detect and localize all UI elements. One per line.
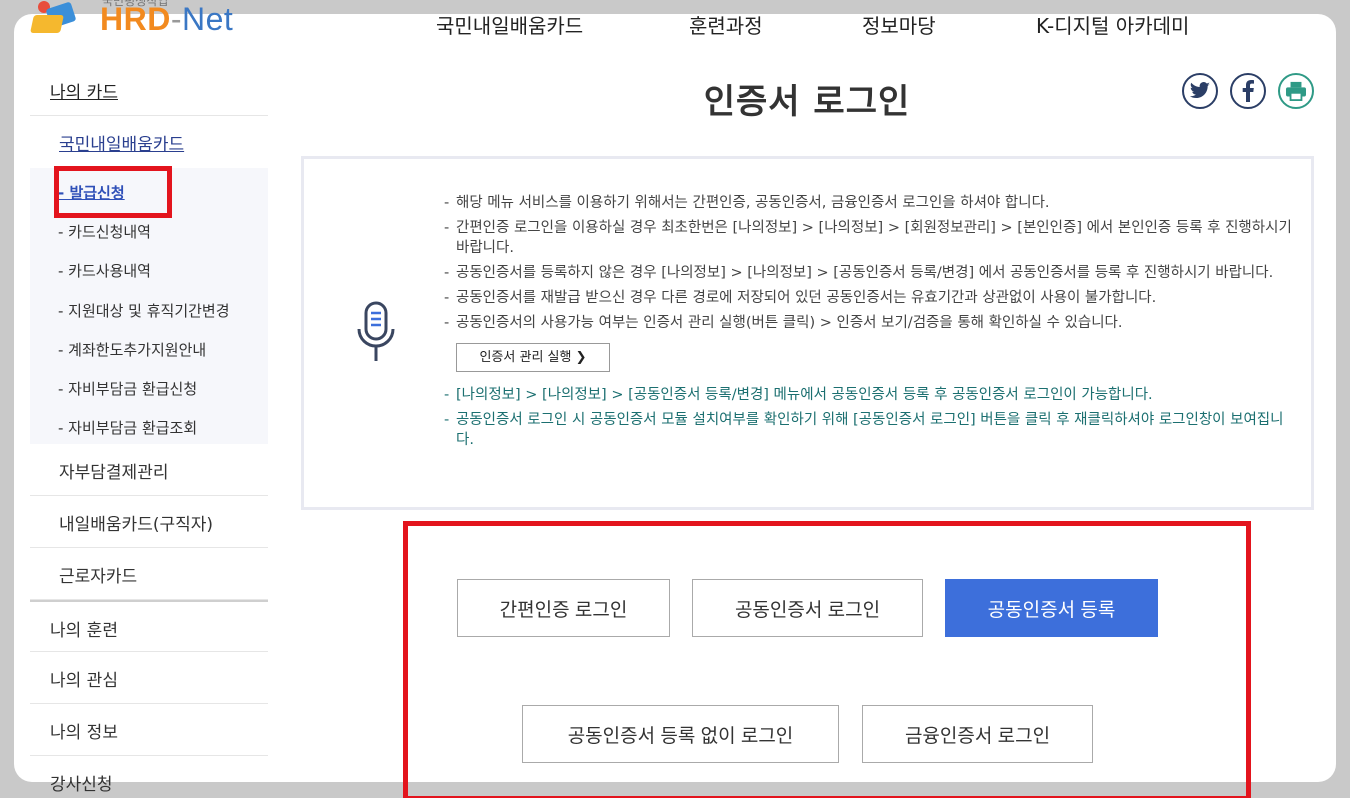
- notice-item-teal: [나의정보] > [나의정보] > [공동인증서 등록/변경] 메뉴에서 공동인…: [444, 385, 1294, 405]
- gnb-info[interactable]: 정보마당: [862, 10, 936, 39]
- logo-mark-icon: [30, 1, 90, 37]
- sidebar-self-payment[interactable]: 자부담결제관리: [30, 444, 268, 496]
- joint-cert-register-button[interactable]: 공동인증서 등록: [945, 579, 1158, 637]
- print-icon[interactable]: [1278, 73, 1314, 109]
- sidebar-jobseeker-card[interactable]: 내일배움카드(구직자): [30, 496, 268, 548]
- sidebar-item-limit-support[interactable]: - 계좌한도추가지원안내: [58, 339, 206, 360]
- notice-text: 해당 메뉴 서비스를 이용하기 위해서는 간편인증, 공동인증서, 금융인증서 …: [444, 193, 1294, 455]
- logo[interactable]: 국민평생직업 HRD-Net: [30, 0, 233, 38]
- logo-tagline: 국민평생직업: [102, 0, 169, 8]
- sidebar-item-card-usage[interactable]: - 카드사용내역: [58, 260, 151, 281]
- notice-item: 해당 메뉴 서비스를 이용하기 위해서는 간편인증, 공동인증서, 금융인증서 …: [444, 193, 1294, 213]
- notice-item-teal: 공동인증서 로그인 시 공동인증서 모듈 설치여부를 확인하기 위해 [공동인증…: [444, 410, 1294, 450]
- notice-item: 공동인증서를 등록하지 않은 경우 [나의정보] > [나의정보] > [공동인…: [444, 263, 1294, 283]
- sidebar-item-card-history[interactable]: - 카드신청내역: [58, 221, 151, 242]
- sidebar-instructor-apply[interactable]: 강사신청: [30, 756, 268, 798]
- joint-cert-login-button[interactable]: 공동인증서 로그인: [692, 579, 923, 637]
- page-title: 인증서 로그인: [703, 82, 911, 122]
- finance-cert-login-button[interactable]: 금융인증서 로그인: [862, 705, 1093, 763]
- gnb-k-digital[interactable]: K-디지털 아카데미: [1036, 10, 1189, 39]
- sidebar-my-info[interactable]: 나의 정보: [30, 704, 268, 756]
- sidebar-my-interest[interactable]: 나의 관심: [30, 652, 268, 704]
- notice-box: 해당 메뉴 서비스를 이용하기 위해서는 간편인증, 공동인증서, 금융인증서 …: [301, 156, 1314, 510]
- sidebar-my-training[interactable]: 나의 훈련: [30, 600, 268, 652]
- microphone-icon: [356, 301, 396, 369]
- simple-auth-login-button[interactable]: 간편인증 로그인: [457, 579, 670, 637]
- sidebar-worker-card[interactable]: 근로자카드: [30, 548, 268, 600]
- sidebar-item-eligibility-change[interactable]: - 지원대상 및 휴직기간변경: [58, 300, 230, 321]
- sidebar-my-card[interactable]: 나의 카드: [30, 64, 268, 116]
- notice-item: 공동인증서의 사용가능 여부는 인증서 관리 실행(버튼 클릭) > 인증서 보…: [444, 313, 1294, 333]
- highlight-box-issue-apply: [54, 166, 172, 218]
- gnb-national-card[interactable]: 국민내일배움카드: [436, 10, 583, 39]
- sidebar-national-card[interactable]: 국민내일배움카드: [30, 116, 268, 168]
- gnb-training-course[interactable]: 훈련과정: [689, 10, 763, 39]
- chevron-right-icon: ❯: [575, 350, 587, 365]
- sidebar-item-refund-apply[interactable]: - 자비부담금 환급신청: [58, 378, 197, 399]
- facebook-icon[interactable]: [1230, 73, 1266, 109]
- social-share: [1182, 73, 1314, 109]
- sidebar-item-refund-inquiry[interactable]: - 자비부담금 환급조회: [58, 417, 197, 438]
- twitter-icon[interactable]: [1182, 73, 1218, 109]
- notice-item: 간편인증 로그인을 이용하실 경우 최초한번은 [나의정보] > [나의정보] …: [444, 218, 1294, 258]
- cert-manage-button[interactable]: 인증서 관리 실행 ❯: [456, 343, 610, 372]
- joint-cert-login-noreg-button[interactable]: 공동인증서 등록 없이 로그인: [522, 705, 839, 763]
- notice-item: 공동인증서를 재발급 받으신 경우 다른 경로에 저장되어 있던 공동인증서는 …: [444, 288, 1294, 308]
